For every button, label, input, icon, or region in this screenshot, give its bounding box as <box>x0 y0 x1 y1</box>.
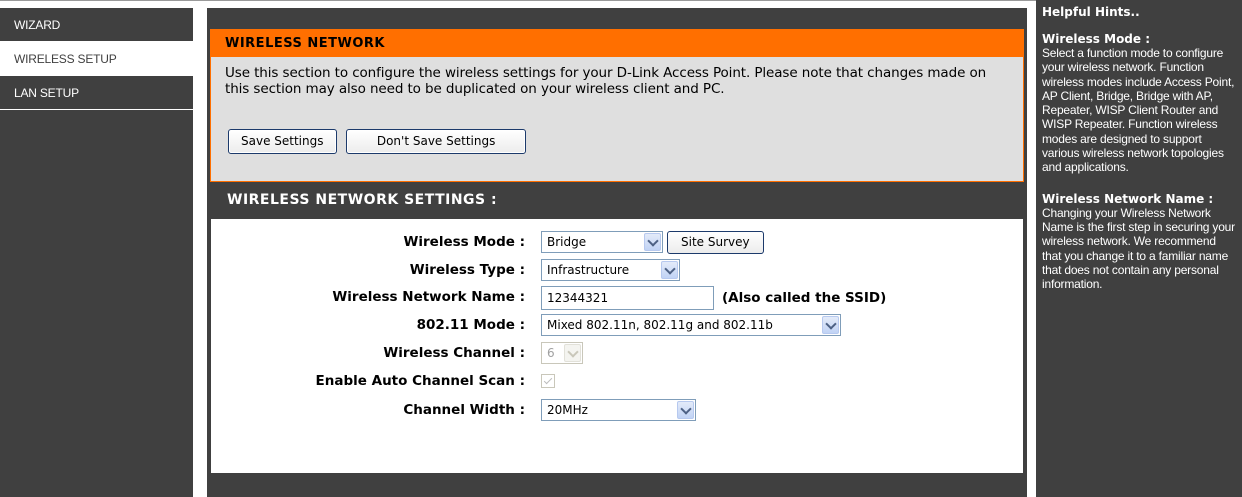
sidebar-item-lan-setup[interactable]: LAN SETUP <box>0 76 193 110</box>
wireless-channel-row: Wireless Channel : 6 <box>211 341 1025 367</box>
chevron-down-icon <box>644 233 661 251</box>
site-survey-button[interactable]: Site Survey <box>667 231 764 254</box>
dont-save-settings-button[interactable]: Don't Save Settings <box>345 129 527 154</box>
save-settings-button[interactable]: Save Settings <box>228 129 337 154</box>
chevron-down-icon <box>661 261 678 279</box>
wireless-channel-value: 6 <box>547 346 555 360</box>
wireless-type-field: Infrastructure <box>541 259 680 281</box>
left-sidebar: WIZARD WIRELESS SETUP LAN SETUP <box>0 8 193 497</box>
network-name-input[interactable]: 12344321 <box>541 286 714 310</box>
hint-heading: Wireless Network Name : <box>1042 191 1214 206</box>
action-buttons: Save Settings Don't Save Settings <box>228 129 532 154</box>
80211-mode-value: Mixed 802.11n, 802.11g and 802.11b <box>547 318 773 332</box>
wireless-type-row: Wireless Type : Infrastructure <box>211 258 1025 284</box>
chevron-down-icon <box>677 401 694 419</box>
80211-mode-field: Mixed 802.11n, 802.11g and 802.11b <box>541 314 841 336</box>
auto-channel-checkbox[interactable] <box>541 374 555 388</box>
wireless-mode-value: Bridge <box>547 235 587 249</box>
network-name-field: 12344321 (Also called the SSID) <box>541 286 886 310</box>
wireless-type-select[interactable]: Infrastructure <box>541 259 680 281</box>
sidebar-item-wireless-setup[interactable]: WIRELESS SETUP <box>0 42 193 76</box>
helpful-hints-panel: Helpful Hints.. Wireless Mode : Select a… <box>1036 0 1242 497</box>
settings-form: Wireless Mode : Bridge Site Survey Wirel… <box>210 218 1024 474</box>
sidebar-item-wizard[interactable]: WIZARD <box>0 8 193 42</box>
channel-width-label: Channel Width : <box>403 402 525 418</box>
wireless-mode-label: Wireless Mode : <box>403 234 525 250</box>
hint-text: Select a function mode to configure your… <box>1042 46 1235 175</box>
auto-channel-label: Enable Auto Channel Scan : <box>315 373 525 389</box>
wireless-mode-field: Bridge Site Survey <box>541 231 764 254</box>
main-content: WIRELESS NETWORK Use this section to con… <box>207 8 1027 497</box>
network-name-label: Wireless Network Name : <box>332 289 525 305</box>
auto-channel-row: Enable Auto Channel Scan : <box>211 369 1025 395</box>
wireless-type-value: Infrastructure <box>547 263 630 277</box>
hint-heading: Wireless Mode : <box>1042 32 1151 46</box>
section-description: Use this section to configure the wirele… <box>225 65 987 97</box>
wireless-channel-label: Wireless Channel : <box>383 345 525 361</box>
settings-title: WIRELESS NETWORK SETTINGS : <box>227 192 498 208</box>
wireless-channel-field: 6 <box>541 342 583 364</box>
chevron-down-icon <box>564 344 581 362</box>
wireless-channel-select[interactable]: 6 <box>541 342 583 364</box>
80211-mode-row: 802.11 Mode : Mixed 802.11n, 802.11g and… <box>211 313 1025 339</box>
wireless-mode-select[interactable]: Bridge <box>541 231 663 253</box>
wireless-type-label: Wireless Type : <box>409 262 525 278</box>
ssid-hint: (Also called the SSID) <box>722 290 887 306</box>
network-name-row: Wireless Network Name : 12344321 (Also ca… <box>211 285 1025 311</box>
channel-width-value: 20MHz <box>547 403 588 417</box>
channel-width-field: 20MHz <box>541 399 696 421</box>
auto-channel-field <box>541 370 555 391</box>
80211-mode-select[interactable]: Mixed 802.11n, 802.11g and 802.11b <box>541 314 841 336</box>
80211-mode-label: 802.11 Mode : <box>416 317 525 333</box>
chevron-down-icon <box>822 316 839 334</box>
channel-width-select[interactable]: 20MHz <box>541 399 696 421</box>
channel-width-row: Channel Width : 20MHz <box>211 398 1025 424</box>
hint-text: Changing your Wireless Network Name is t… <box>1042 205 1235 292</box>
wireless-network-section: WIRELESS NETWORK Use this section to con… <box>210 29 1024 182</box>
hints-title: Helpful Hints.. <box>1042 5 1140 19</box>
wireless-mode-row: Wireless Mode : Bridge Site Survey <box>211 230 1025 256</box>
wireless-network-settings-section: WIRELESS NETWORK SETTINGS : Wireless Mod… <box>210 182 1024 475</box>
section-title: WIRELESS NETWORK <box>211 30 1023 57</box>
